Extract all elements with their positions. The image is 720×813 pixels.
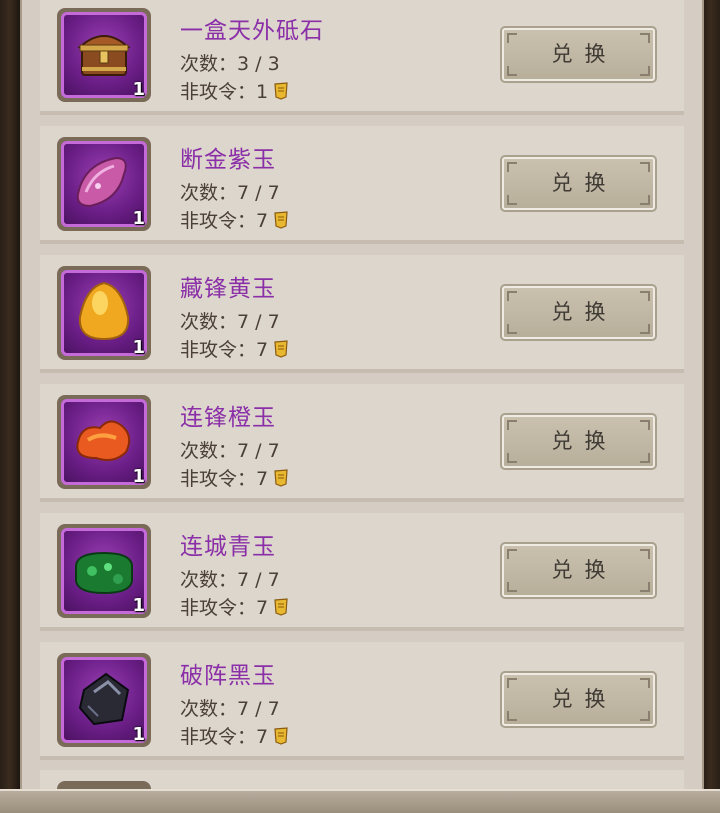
exchange-button[interactable]: 兑换 <box>500 542 657 599</box>
item-count-value: 3 / 3 <box>237 53 280 75</box>
item-cost-value: 1 <box>256 81 269 103</box>
item-name: 连锋橙玉 <box>180 405 276 431</box>
exchange-item: 1 一盒天外砥石 次数：3 / 3 非攻令：1 兑换 <box>40 0 684 115</box>
item-quantity: 1 <box>132 208 145 229</box>
item-quantity: 1 <box>132 595 145 616</box>
exchange-item: 1 断金紫玉 次数：7 / 7 非攻令：7 兑换 <box>40 126 684 244</box>
item-name: 连城青玉 <box>180 534 276 560</box>
token-icon <box>274 340 288 358</box>
item-cost-value: 7 <box>256 468 269 490</box>
item-icon-frame[interactable]: 1 <box>57 653 151 747</box>
item-cost: 非攻令：1 <box>180 77 290 104</box>
item-icon-frame[interactable]: 1 <box>57 524 151 618</box>
exchange-button[interactable]: 兑换 <box>500 413 657 470</box>
item-count-value: 7 / 7 <box>237 182 280 204</box>
exchange-button[interactable]: 兑换 <box>500 284 657 341</box>
item-count-value: 7 / 7 <box>237 698 280 720</box>
item-quantity: 1 <box>132 466 145 487</box>
item-count: 次数：3 / 3 <box>180 53 280 75</box>
item-icon-frame[interactable]: 1 <box>57 266 151 360</box>
item-icon-frame[interactable]: 1 <box>57 137 151 231</box>
item-cost: 非攻令：7 <box>180 464 290 491</box>
item-cost: 非攻令：7 <box>180 593 290 620</box>
exchange-button[interactable]: 兑换 <box>500 155 657 212</box>
item-count-value: 7 / 7 <box>237 569 280 591</box>
token-icon <box>274 598 288 616</box>
item-cost-value: 7 <box>256 210 269 232</box>
item-cost: 非攻令：7 <box>180 206 290 233</box>
item-cost-value: 7 <box>256 597 269 619</box>
exchange-item: 1 连锋橙玉 次数：7 / 7 非攻令：7 兑换 <box>40 384 684 502</box>
item-count: 次数：7 / 7 <box>180 311 280 333</box>
item-name: 破阵黑玉 <box>180 663 276 689</box>
item-quantity: 1 <box>132 79 145 100</box>
exchange-panel: 1 一盒天外砥石 次数：3 / 3 非攻令：1 兑换 1 断金紫玉 次数：7 / <box>20 0 704 811</box>
item-cost: 非攻令：7 <box>180 722 290 749</box>
item-quantity: 1 <box>132 724 145 745</box>
token-icon <box>274 82 288 100</box>
item-cost-value: 7 <box>256 339 269 361</box>
item-name: 藏锋黄玉 <box>180 276 276 302</box>
item-count: 次数：7 / 7 <box>180 698 280 720</box>
item-name: 一盒天外砥石 <box>180 18 324 44</box>
bottom-frame <box>0 789 720 813</box>
item-count: 次数：7 / 7 <box>180 182 280 204</box>
item-count: 次数：7 / 7 <box>180 569 280 591</box>
item-cost-value: 7 <box>256 726 269 748</box>
token-icon <box>274 211 288 229</box>
item-icon-frame[interactable]: 1 <box>57 8 151 102</box>
item-cost: 非攻令：7 <box>180 335 290 362</box>
exchange-item: 1 连城青玉 次数：7 / 7 非攻令：7 兑换 <box>40 513 684 631</box>
item-count: 次数：7 / 7 <box>180 440 280 462</box>
item-count-value: 7 / 7 <box>237 440 280 462</box>
item-icon-frame[interactable]: 1 <box>57 395 151 489</box>
exchange-button[interactable]: 兑换 <box>500 671 657 728</box>
item-name: 断金紫玉 <box>180 147 276 173</box>
item-quantity: 1 <box>132 337 145 358</box>
token-icon <box>274 727 288 745</box>
item-count-value: 7 / 7 <box>237 311 280 333</box>
token-icon <box>274 469 288 487</box>
exchange-item: 1 破阵黑玉 次数：7 / 7 非攻令：7 兑换 <box>40 642 684 760</box>
exchange-button[interactable]: 兑换 <box>500 26 657 83</box>
exchange-item: 1 藏锋黄玉 次数：7 / 7 非攻令：7 兑换 <box>40 255 684 373</box>
